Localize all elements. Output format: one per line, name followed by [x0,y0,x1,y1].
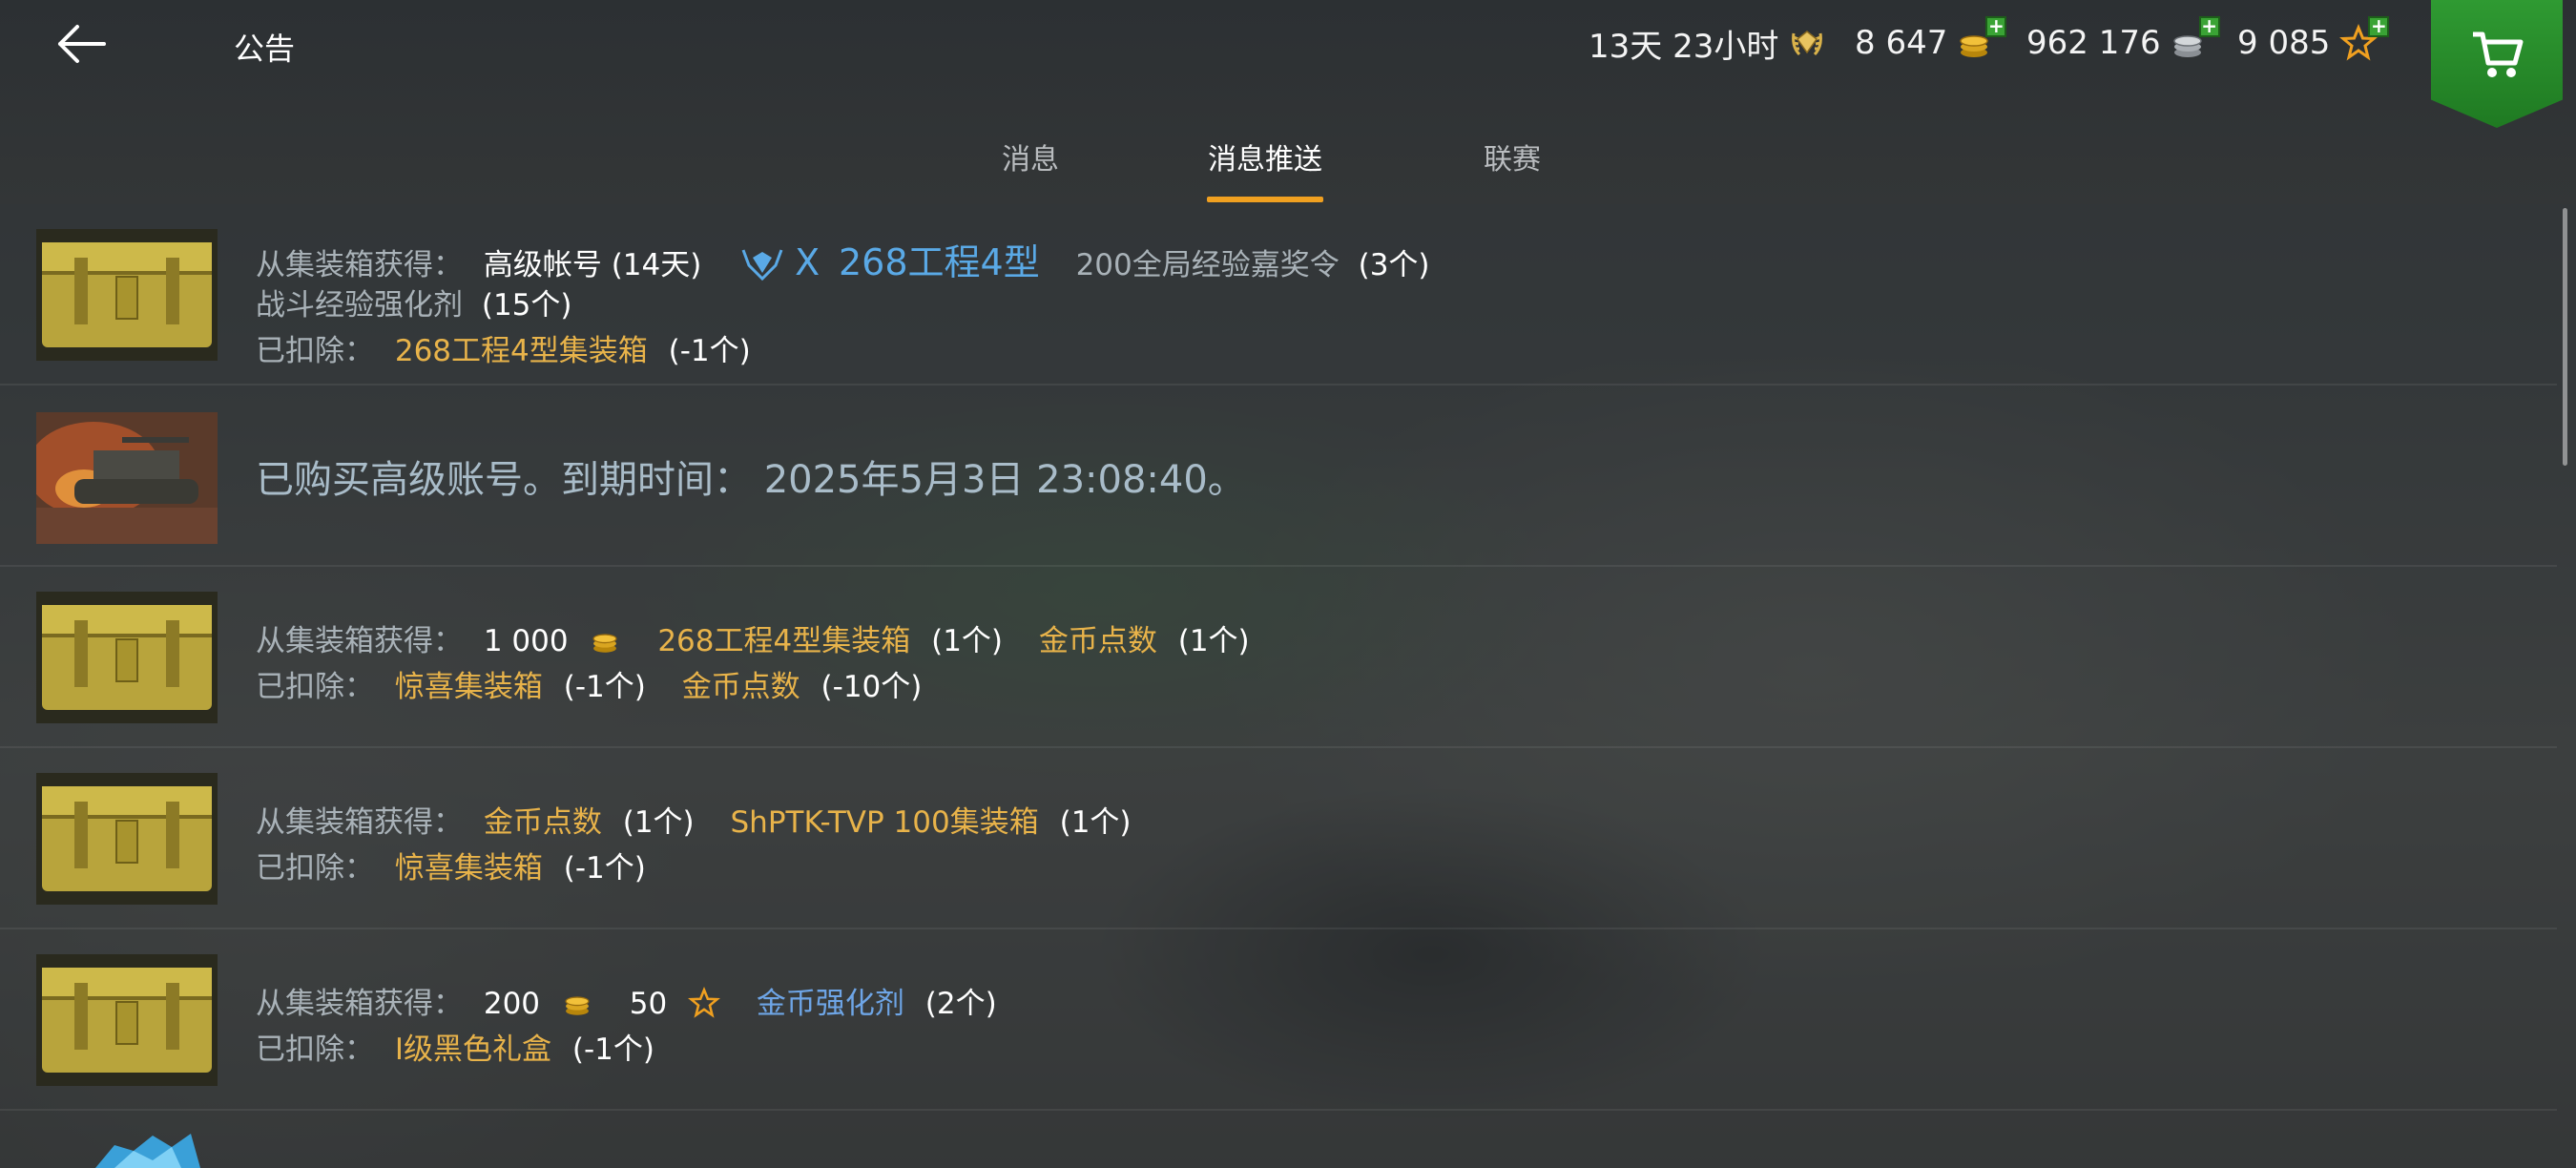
tab-messages-label: 消息 [1002,143,1059,177]
container-thumbnail [36,229,218,361]
tank-name: 268工程4型 [838,241,1040,283]
deducted-item: 268工程4型集装箱 [394,334,648,368]
gold-balance-value: 8 647 [1855,24,1948,62]
deducted-label: 已扣除： [256,851,374,886]
reward-item: 金币点数 [1038,624,1157,658]
gold-coins-icon [565,996,590,1015]
scrollbar[interactable] [2563,208,2567,466]
shop-button[interactable] [2431,0,2563,128]
list-item: 从集装箱获得： 1 000 268工程4型集装箱 (1个) 金币点数 (1个) … [0,567,2557,748]
active-tab-indicator [1207,197,1323,202]
deducted-label: 已扣除： [256,670,374,704]
silver-balance-value: 962 176 [2026,24,2161,62]
reward-count: (3个) [1358,248,1430,282]
list-item [0,1111,2557,1168]
tier-x-icon [739,244,785,290]
reward-item: 268工程4型集装箱 [657,624,911,658]
reward-item: 高级帐号 (14天) [483,248,702,282]
deducted-item: 惊喜集装箱 [394,851,543,886]
premium-time[interactable]: 13天 23小时 [1589,21,1826,66]
add-silver-icon[interactable]: + [2198,16,2220,37]
received-label: 从集装箱获得： [256,248,463,282]
deducted-count: (-1个) [668,334,751,368]
gold-balance[interactable]: 8 647 + [1855,16,2007,65]
container-thumbnail [36,954,218,1086]
tab-league-label: 联赛 [1484,143,1541,177]
message-list[interactable]: 从集装箱获得： 高级帐号 (14天) X 268工程4型 200全局经验嘉奖令 … [0,204,2576,1168]
add-gold-icon[interactable]: + [1985,16,2007,37]
list-item: 已购买高级账号。到期时间： 2025年5月3日 23:08:40。 [0,386,2557,567]
premium-icon [1788,24,1826,62]
deducted-count: (-1个) [571,1032,654,1067]
deducted-item: 惊喜集装箱 [394,670,543,704]
premium-time-value: 13天 23小时 [1589,27,1779,66]
list-item: 从集装箱获得： 高级帐号 (14天) X 268工程4型 200全局经验嘉奖令 … [0,204,2557,386]
deducted-item: 金币点数 [681,670,800,704]
gold-coins-icon [592,634,618,653]
gold-coins-icon: + [1957,16,2007,62]
reward-count: (1个) [931,624,1004,658]
received-label: 从集装箱获得： [256,805,463,840]
reward-item: 金币点数 [483,805,602,840]
reward-item: ShPTK-TVP 100集装箱 [730,805,1039,840]
purchase-message: 已购买高级账号。到期时间： 2025年5月3日 23:08:40。 [256,458,1246,502]
silver-coins-icon: + [2171,16,2220,62]
reward-count: (1个) [1177,624,1250,658]
gold-amount: 200 [483,987,541,1021]
deducted-count: (-1个) [563,670,646,704]
deducted-item: I级黑色礼盒 [394,1032,552,1067]
free-xp-balance[interactable]: 9 085 + [2237,16,2390,65]
reward-count: (1个) [1059,805,1132,840]
tab-bar: 消息 消息推送 联赛 [0,134,2576,206]
reward-count: (2个) [924,987,997,1021]
silver-balance[interactable]: 962 176 + [2026,16,2220,65]
free-xp-balance-value: 9 085 [2237,24,2331,62]
list-item: 从集装箱获得： 200 50 金币强化剂 (2个) 已扣除： I级黑色礼盒 (-… [0,929,2557,1111]
reward-item: 200全局经验嘉奖令 [1075,248,1340,282]
received-label: 从集装箱获得： [256,624,463,658]
back-button[interactable] [52,19,110,69]
reward-item: 金币强化剂 [756,987,904,1021]
container-thumbnail [36,773,218,905]
deducted-count: (-1个) [563,851,646,886]
top-bar: 公告 13天 23小时 8 647 + 962 176 + 9 085 + [0,0,2576,128]
reward-item: 战斗经验强化剂 [256,288,463,323]
container-thumbnail [36,592,218,723]
reward-count: (15个) [481,288,572,323]
tank-thumbnail [36,412,218,544]
tab-messages[interactable]: 消息 [978,134,1083,206]
free-xp-star-icon [688,987,721,1018]
list-item: 从集装箱获得： 金币点数 (1个) ShPTK-TVP 100集装箱 (1个) … [0,748,2557,929]
free-xp-star-icon: + [2339,16,2390,62]
deducted-count: (-10个) [821,670,923,704]
tab-league[interactable]: 联赛 [1460,134,1565,206]
back-arrow-icon [58,25,106,63]
tab-push-messages-label: 消息推送 [1208,143,1322,177]
tank-tier: X [795,241,821,283]
xp-amount: 50 [629,987,668,1021]
page-title: 公告 [234,31,296,67]
received-label: 从集装箱获得： [256,987,463,1021]
tab-push-messages[interactable]: 消息推送 [1207,134,1323,206]
crystal-thumbnail [95,1134,200,1168]
reward-count: (1个) [622,805,695,840]
gold-amount: 1 000 [483,624,569,658]
deducted-label: 已扣除： [256,334,374,368]
add-free-xp-icon[interactable]: + [2368,16,2390,37]
deducted-label: 已扣除： [256,1032,374,1067]
shopping-cart-icon [2473,31,2524,77]
